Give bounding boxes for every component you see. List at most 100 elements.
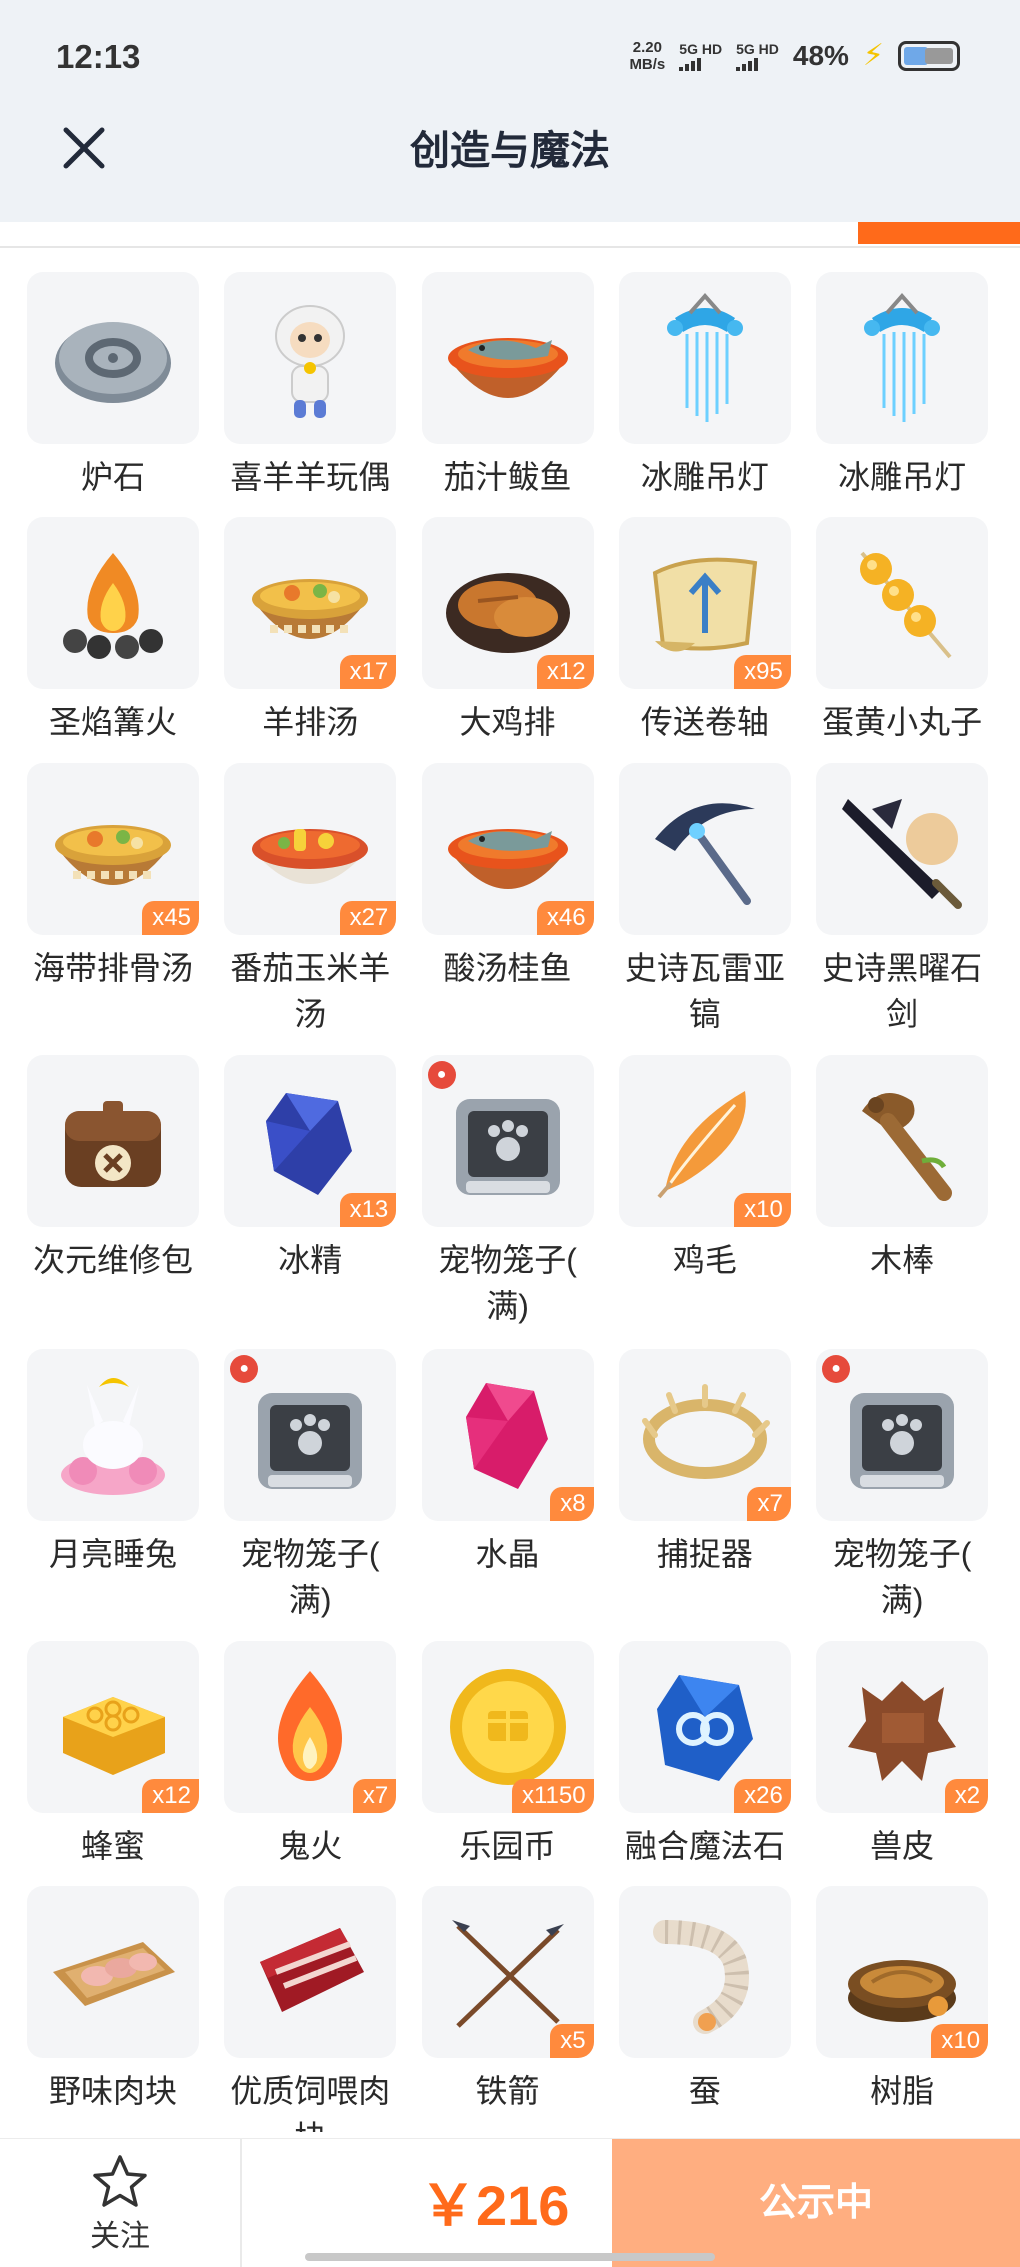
item-cell[interactable]: 蛋黄小丸子 <box>815 516 989 745</box>
follow-label: 关注 <box>90 2220 150 2253</box>
quantity-badge: x5 <box>550 2024 594 2059</box>
item-thumbnail: ● <box>816 1349 989 1522</box>
item-cell[interactable]: x12 蜂蜜 <box>26 1641 200 1869</box>
item-label: 茄汁鲅鱼 <box>443 459 572 495</box>
paw-icon: ● <box>427 1061 456 1090</box>
signal-2: 5G HD <box>736 41 779 71</box>
feather-icon <box>657 1091 746 1199</box>
item-thumbnail: x46 <box>421 763 594 936</box>
magic-stone-icon <box>656 1675 753 1782</box>
quantity-badge: x10 <box>931 2024 989 2059</box>
stone-icon <box>55 322 171 403</box>
item-cell[interactable]: 野味肉块 <box>26 1886 200 2114</box>
cage-icon <box>258 1393 363 1490</box>
item-thumbnail <box>27 1055 199 1228</box>
item-cell[interactable]: 蚕 <box>618 1886 792 2114</box>
quantity-badge: x26 <box>734 1779 791 1814</box>
item-label: 炉石 <box>80 459 145 495</box>
item-cell[interactable]: x13 冰精 <box>223 1055 397 1283</box>
item-thumbnail <box>27 272 199 444</box>
page-title: 创造与魔法 <box>410 129 610 173</box>
item-label: 喜羊羊玩偶 <box>230 459 391 495</box>
item-cell[interactable]: x7 捕捉器 <box>618 1349 792 1577</box>
net-speed: 2.20 MB/s <box>629 39 665 73</box>
item-cell[interactable]: x27 番茄玉米羊汤 <box>223 763 397 1037</box>
item-cell[interactable]: 优质饲喂肉块 <box>223 1886 397 2132</box>
item-grid: 炉石 喜羊羊玩偶 茄汁鲅鱼 冰雕吊灯 冰雕吊灯圣焰篝火 x17 羊排汤 x12 大鸡排 x95 传送… <box>26 272 1006 2132</box>
charging-icon: ⚡ <box>862 39 884 72</box>
item-thumbnail: x12 <box>421 516 594 689</box>
item-thumbnail: x95 <box>618 516 791 689</box>
item-thumbnail: x5 <box>421 1886 594 2059</box>
chicken-icon <box>445 572 570 653</box>
battery-percent: 48% <box>792 39 849 71</box>
item-label: 史诗黑曜石剑 <box>822 950 983 1033</box>
item-thumbnail: x2 <box>816 1641 989 1814</box>
item-label: 木棒 <box>870 1242 935 1279</box>
quantity-badge: x8 <box>550 1487 594 1522</box>
ice-lamp-icon <box>666 292 743 422</box>
item-thumbnail <box>224 272 397 444</box>
item-cell[interactable]: 冰雕吊灯 <box>618 272 792 500</box>
item-cell[interactable]: 茄汁鲅鱼 <box>421 272 595 500</box>
item-cell[interactable]: 次元维修包 <box>26 1055 200 1283</box>
quantity-badge: x17 <box>339 654 397 689</box>
item-cell[interactable]: 炉石 <box>26 272 200 500</box>
item-cell[interactable]: x95 传送卷轴 <box>618 516 792 745</box>
home-indicator <box>305 2253 715 2261</box>
item-cell[interactable]: x7 鬼火 <box>223 1641 397 1869</box>
club-icon <box>862 1093 953 1202</box>
item-cell[interactable]: 圣焰篝火 <box>26 516 200 745</box>
item-cell[interactable]: 史诗黑曜石剑 <box>815 763 989 1037</box>
item-label: 鸡毛 <box>672 1242 737 1279</box>
cage-icon <box>850 1393 955 1490</box>
item-label: 铁箭 <box>475 2073 540 2110</box>
item-cell[interactable]: x1150 乐园币 <box>421 1641 595 1869</box>
bowl-fish-icon <box>447 829 568 890</box>
follow-button[interactable]: 关注 <box>0 2139 242 2267</box>
item-cell[interactable]: 喜羊羊玩偶 <box>223 272 397 500</box>
quantity-badge: x95 <box>734 654 791 689</box>
item-cell[interactable]: x10 树脂 <box>815 1886 989 2114</box>
bowl-fish-icon <box>447 338 568 398</box>
item-cell[interactable]: x8 水晶 <box>421 1349 595 1577</box>
quantity-badge: x12 <box>142 1779 199 1814</box>
item-thumbnail <box>618 1886 791 2059</box>
item-cell[interactable]: ● 宠物笼子(满) <box>223 1349 397 1623</box>
item-cell[interactable]: x5 铁箭 <box>421 1886 595 2114</box>
signal-1: 5G HD <box>679 41 722 71</box>
status-button[interactable]: 公示中 <box>612 2139 1020 2267</box>
item-label: 蜂蜜 <box>80 1828 145 1865</box>
item-cell[interactable]: 木棒 <box>815 1055 989 1283</box>
item-thumbnail: x10 <box>618 1055 791 1228</box>
sheep-icon <box>275 305 346 418</box>
item-thumbnail: x26 <box>618 1641 791 1814</box>
signal-1-label: 5G HD <box>679 40 723 57</box>
item-thumbnail: x27 <box>224 763 397 936</box>
item-label: 捕捉器 <box>656 1536 753 1573</box>
item-label: 宠物笼子(满) <box>832 1536 972 1619</box>
item-label: 海带排骨汤 <box>32 950 193 987</box>
item-cell[interactable]: x26 融合魔法石 <box>618 1641 792 1869</box>
item-cell[interactable]: ● 宠物笼子(满) <box>421 1055 595 1329</box>
item-cell[interactable]: x12 大鸡排 <box>421 516 595 745</box>
item-label: 番茄玉米羊汤 <box>230 950 391 1033</box>
item-cell[interactable]: x2 兽皮 <box>815 1641 989 1869</box>
item-cell[interactable]: x10 鸡毛 <box>618 1055 792 1283</box>
item-cell[interactable]: 史诗瓦雷亚镐 <box>618 763 792 1037</box>
item-cell[interactable]: x17 羊排汤 <box>223 516 397 745</box>
item-cell[interactable]: x46 酸汤桂鱼 <box>421 763 595 991</box>
item-cell[interactable]: 月亮睡兔 <box>26 1349 200 1577</box>
item-cell[interactable]: 冰雕吊灯 <box>815 272 989 500</box>
tab-strip <box>0 222 1020 248</box>
item-cell[interactable]: ● 宠物笼子(满) <box>815 1349 989 1623</box>
quantity-badge: x12 <box>536 654 594 689</box>
item-label: 传送卷轴 <box>640 703 769 740</box>
item-thumbnail <box>27 1349 199 1522</box>
quantity-badge: x27 <box>339 901 397 936</box>
honey-icon <box>63 1697 165 1776</box>
net-speed-value: 2.20 <box>632 38 662 56</box>
item-label: 宠物笼子(满) <box>438 1242 577 1325</box>
item-cell[interactable]: x45 海带排骨汤 <box>26 763 200 991</box>
item-thumbnail: x17 <box>224 516 397 689</box>
